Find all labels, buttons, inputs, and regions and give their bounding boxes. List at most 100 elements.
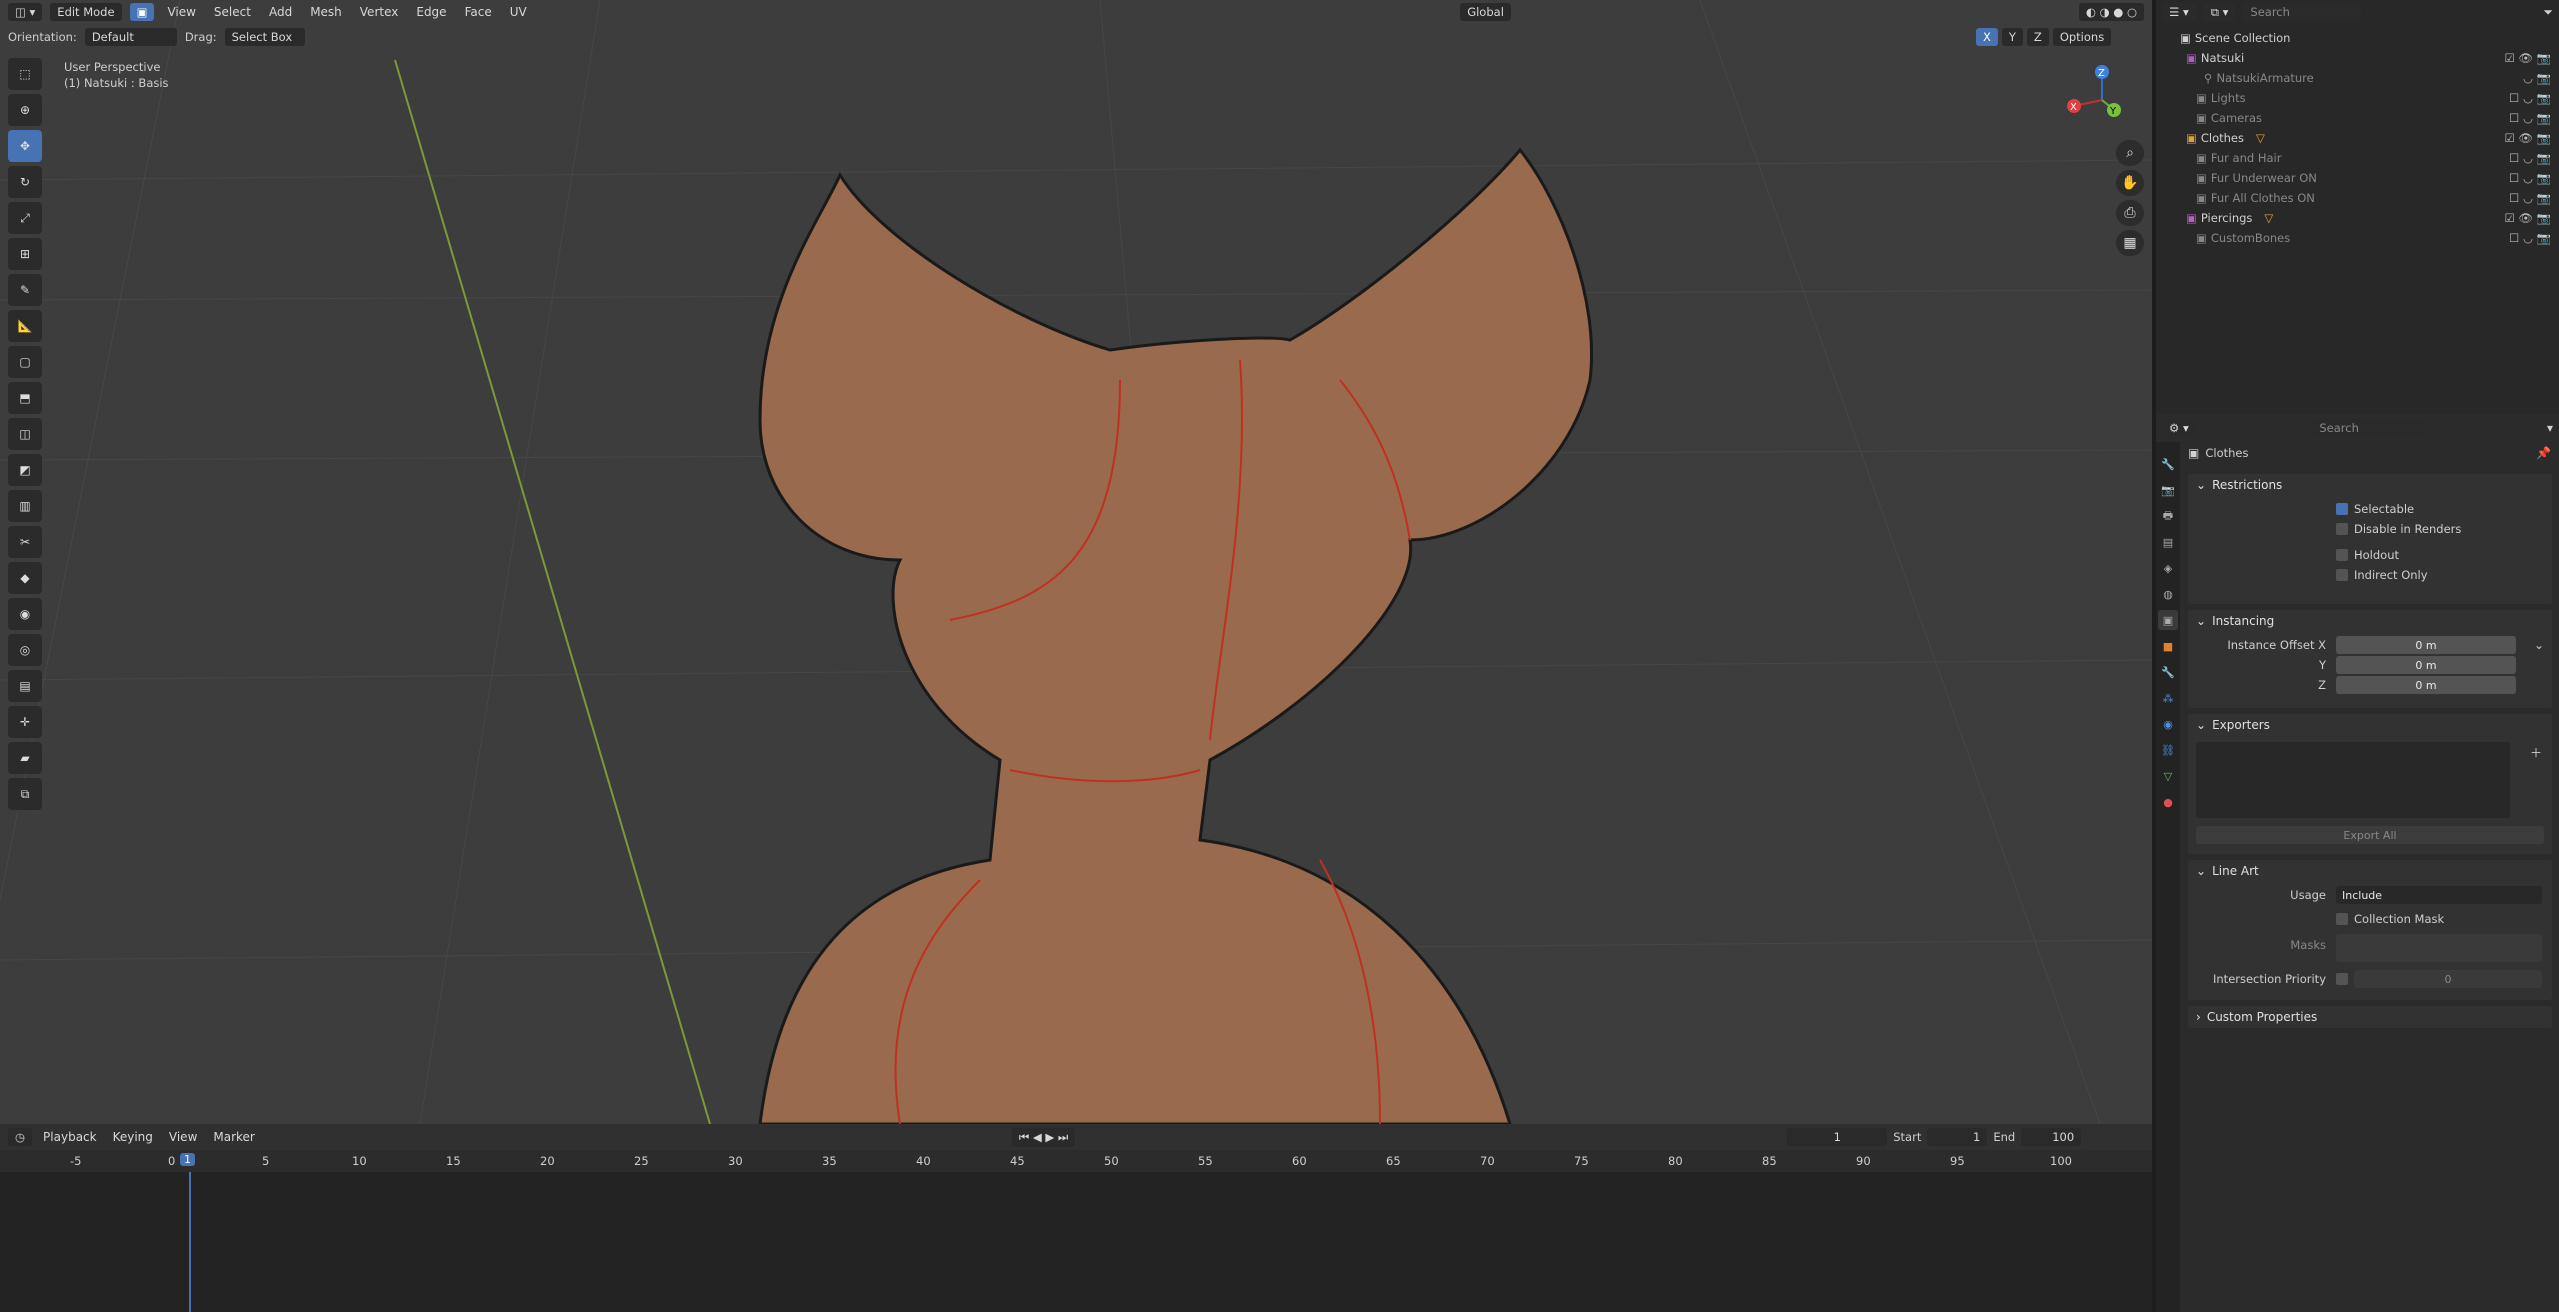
smooth-tool-icon[interactable]: ◎ [8,634,42,666]
data-tab-icon[interactable]: ▽ [2158,766,2178,786]
outliner-row-piercings[interactable]: ▣ Piercings ▽ ☑ 👁 📷 [2156,208,2559,228]
editor-type-button[interactable]: ◫ ▾ [8,3,43,21]
collection-mask-checkbox[interactable] [2336,913,2348,925]
instancing-header[interactable]: ⌄ Instancing [2188,610,2552,632]
visibility-icons[interactable]: ☐ ◡ 📷 [2509,171,2551,185]
scene-tab-icon[interactable]: ◈ [2158,558,2178,578]
outliner-row-fur-underwear[interactable]: ▣ Fur Underwear ON ☐ ◡ 📷 [2156,168,2559,188]
menu-add[interactable]: Add [264,3,297,21]
current-frame-field[interactable]: 1 [1787,1128,1888,1146]
selectable-checkbox[interactable] [2336,503,2348,515]
instance-offset-y-field[interactable]: 0 m [2336,656,2516,674]
edge-slide-tool-icon[interactable]: ▤ [8,670,42,702]
physics-tab-icon[interactable]: ◉ [2158,714,2178,734]
selectable-row[interactable]: Selectable [2336,502,2414,516]
outliner-row-fur-hair[interactable]: ▣ Fur and Hair ☐ ◡ 📷 [2156,148,2559,168]
visibility-icons[interactable]: ☐ ◡ 📷 [2509,91,2551,105]
move-tool-icon[interactable]: ✥ [8,130,42,162]
display-mode-icon[interactable]: ⧉ ▾ [2203,2,2236,22]
playback-controls[interactable]: ⏮ ◀ ▶ ⏭ [1011,1127,1076,1147]
menu-playback[interactable]: Playback [38,1128,102,1146]
visibility-icons[interactable]: ☑ 👁 📷 [2504,131,2551,145]
transform-tool-icon[interactable]: ⊞ [8,238,42,270]
properties-search[interactable]: Search [2312,419,2431,437]
modifiers-tab-icon[interactable]: 🔧 [2158,662,2178,682]
outliner-row-cameras[interactable]: ▣ Cameras ☐ ◡ 📷 [2156,108,2559,128]
filter-icon[interactable]: ⏷ [2543,5,2553,20]
outliner-row-clothes[interactable]: ▣ Clothes ▽ ☑ 👁 📷 [2156,128,2559,148]
holdout-checkbox[interactable] [2336,549,2348,561]
visibility-icons[interactable]: ☐ ◡ 📷 [2509,111,2551,125]
options-dropdown[interactable]: Options [2052,28,2112,46]
properties-editor-icon[interactable]: ⚙ ▾ [2162,419,2196,437]
outliner-row-natsuki[interactable]: ▣ Natsuki ☑ 👁 📷 [2156,48,2559,68]
outliner-row-fur-all-clothes[interactable]: ▣ Fur All Clothes ON ☐ ◡ 📷 [2156,188,2559,208]
visibility-icons[interactable]: ◡ 📷 [2523,71,2551,85]
menu-face[interactable]: Face [460,3,497,21]
menu-marker[interactable]: Marker [208,1128,259,1146]
menu-keying[interactable]: Keying [108,1128,158,1146]
chevron-down-icon[interactable]: ⌄ [2534,638,2544,652]
object-tab-icon[interactable]: ■ [2158,636,2178,656]
menu-vertex[interactable]: Vertex [355,3,404,21]
holdout-row[interactable]: Holdout [2336,548,2399,562]
output-tab-icon[interactable]: 🖶 [2158,506,2178,526]
visibility-icons[interactable]: ☑ 👁 📷 [2504,51,2551,65]
custom-properties-header[interactable]: › Custom Properties [2188,1006,2552,1028]
pan-hand-icon[interactable]: ✋ [2116,170,2144,196]
menu-mesh[interactable]: Mesh [305,3,347,21]
zoom-icon[interactable]: ⌕ [2116,140,2144,166]
axis-z-toggle[interactable]: Z [2026,28,2049,46]
transform-orientation-dropdown[interactable]: Global [1460,3,1511,21]
extrude-tool-icon[interactable]: ⬒ [8,382,42,414]
tool-tab-icon[interactable]: 🔧 [2158,454,2178,474]
add-icon[interactable]: ＋ [2530,744,2542,761]
particles-tab-icon[interactable]: ⁂ [2158,688,2178,708]
menu-timeline-view[interactable]: View [164,1128,202,1146]
material-tab-icon[interactable]: ● [2158,792,2178,812]
grid-toggle-icon[interactable]: ▦ [2116,230,2144,256]
annotate-tool-icon[interactable]: ✎ [8,274,42,306]
outliner-row-lights[interactable]: ▣ Lights ☐ ◡ 📷 [2156,88,2559,108]
intersection-priority-checkbox[interactable] [2336,973,2348,985]
measure-tool-icon[interactable]: 📐 [8,310,42,342]
camera-icon[interactable]: ⎙ [2116,200,2144,226]
shrink-fatten-tool-icon[interactable]: ✛ [8,706,42,738]
menu-edge[interactable]: Edge [411,3,451,21]
spin-tool-icon[interactable]: ◉ [8,598,42,630]
axis-x-toggle[interactable]: X [1976,28,1998,46]
playhead-frame[interactable]: 1 [180,1153,195,1166]
axis-y-toggle[interactable]: Y [2001,28,2023,46]
outliner-editor-icon[interactable]: ☰ ▾ [2162,3,2196,21]
navigation-gizmo[interactable]: X Y Z [2060,58,2144,142]
knife-tool-icon[interactable]: ✂ [8,526,42,558]
select-mode-vertex[interactable]: ▣ [129,3,155,21]
mode-dropdown[interactable]: Edit Mode [50,3,122,21]
visibility-icons[interactable]: ☐ ◡ 📷 [2509,191,2551,205]
export-all-button[interactable]: Export All [2196,826,2544,844]
disable-renders-checkbox[interactable] [2336,523,2348,535]
start-frame-field[interactable]: 1 [1927,1128,1988,1146]
end-frame-field[interactable]: 100 [2021,1128,2082,1146]
view-layer-tab-icon[interactable]: ▤ [2158,532,2178,552]
select-tool-icon[interactable]: ⬚ [8,58,42,90]
line-art-header[interactable]: ⌄ Line Art [2188,860,2552,882]
3d-viewport[interactable]: ◫ ▾ Edit Mode ▣ View Select Add Mesh Ver… [0,0,2152,1124]
collection-mask-row[interactable]: Collection Mask [2336,912,2444,926]
drag-dropdown[interactable]: Select Box [224,28,305,46]
menu-select[interactable]: Select [209,3,256,21]
masks-grid[interactable] [2336,934,2542,962]
disable-renders-row[interactable]: Disable in Renders [2336,522,2461,536]
intersection-priority-field[interactable]: 0 [2354,970,2542,988]
inset-tool-icon[interactable]: ◫ [8,418,42,450]
menu-view[interactable]: View [162,3,200,21]
outliner-search[interactable]: Search [2243,3,2362,21]
visibility-icons[interactable]: ☐ ◡ 📷 [2509,231,2551,245]
constraints-tab-icon[interactable]: ⛓ [2158,740,2178,760]
timeline-editor-icon[interactable]: ◷ [8,1128,33,1146]
restrictions-header[interactable]: ⌄ Restrictions [2188,474,2552,496]
custom-properties-panel[interactable]: › Custom Properties [2188,1006,2552,1028]
timeline-body[interactable] [0,1172,2152,1312]
add-cube-tool-icon[interactable]: ▢ [8,346,42,378]
shading-buttons[interactable]: ◐ ◑ ● ○ [2078,3,2144,21]
